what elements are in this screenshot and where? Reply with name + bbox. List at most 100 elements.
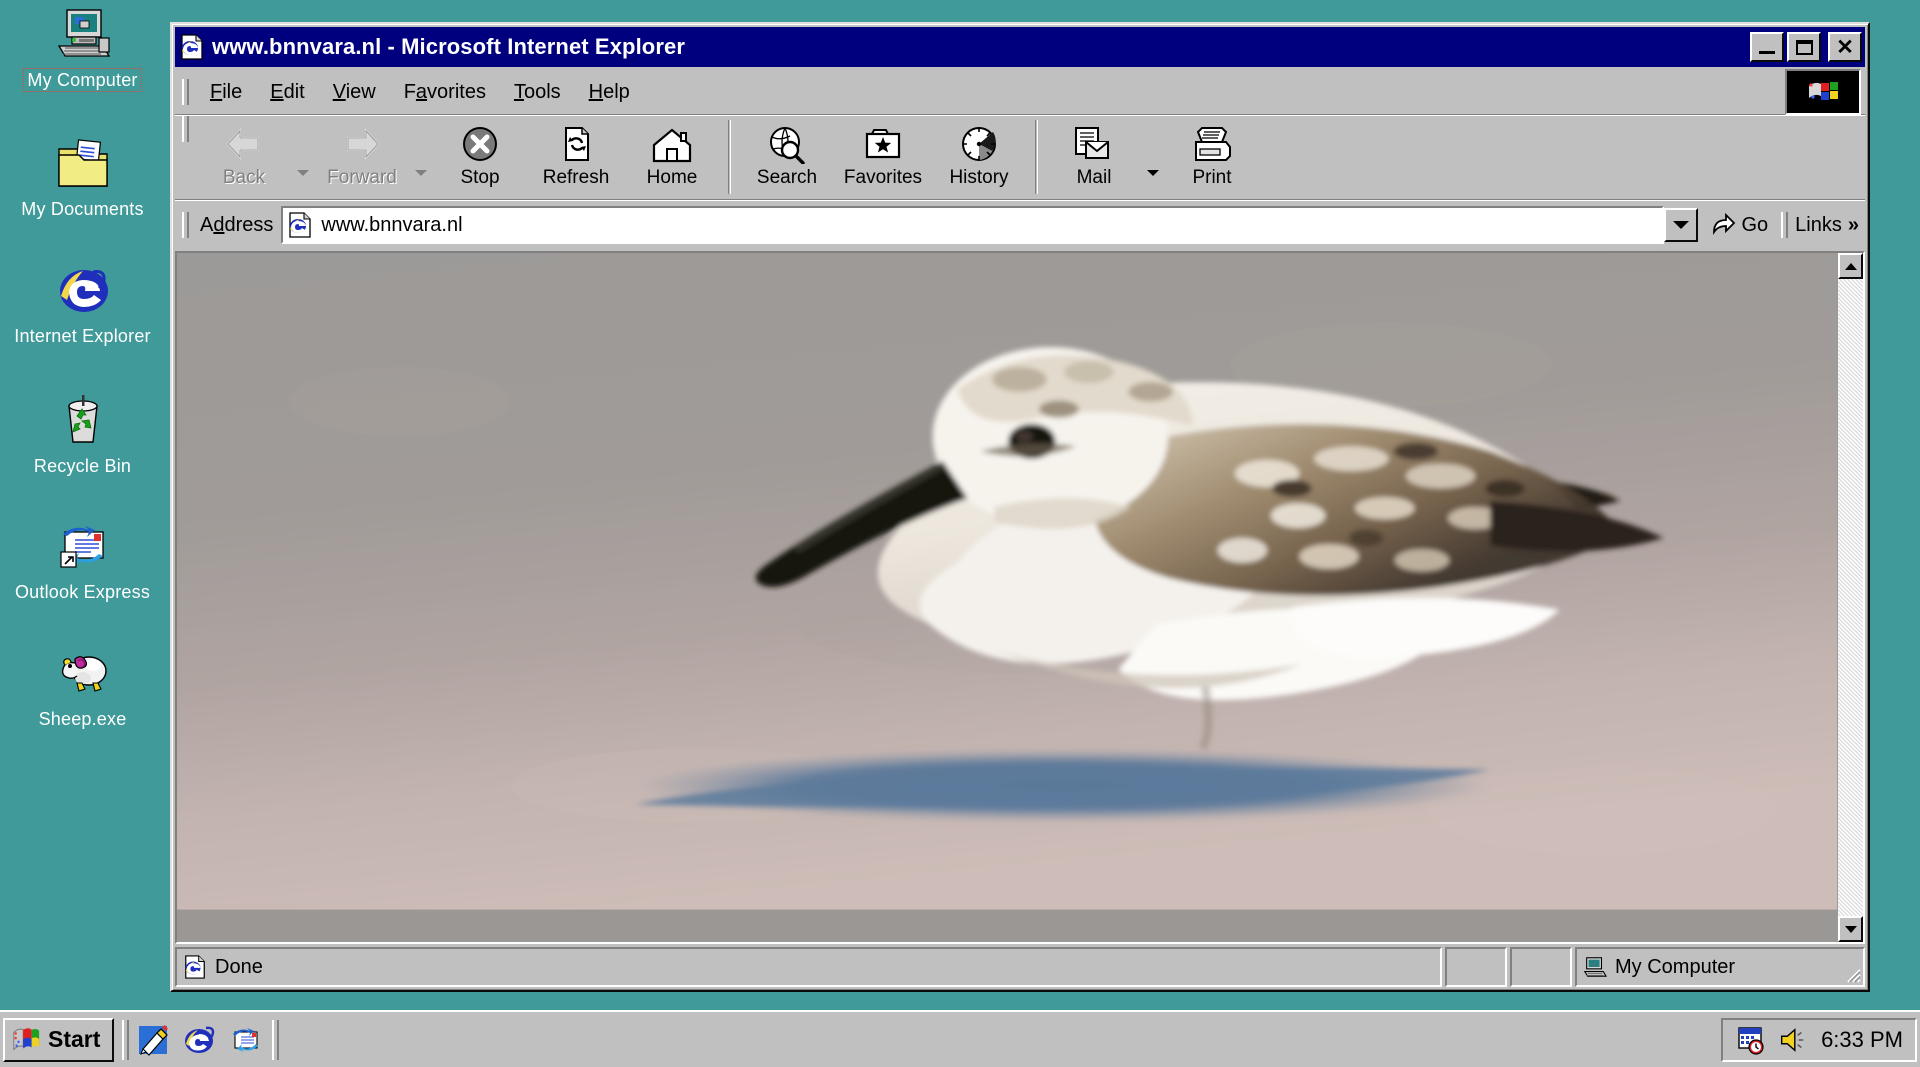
ie-page-icon bbox=[183, 955, 207, 979]
toolbar-grip[interactable] bbox=[181, 116, 189, 142]
web-page-content[interactable] bbox=[177, 253, 1837, 942]
toolbar-home-label: Home bbox=[646, 167, 698, 188]
address-input[interactable]: www.bnnvara.nl bbox=[281, 206, 1665, 244]
start-button[interactable]: Start bbox=[3, 1017, 115, 1062]
printer-icon bbox=[1190, 123, 1234, 165]
address-label: Address bbox=[200, 213, 274, 236]
page-viewport[interactable] bbox=[175, 251, 1865, 944]
go-label: Go bbox=[1741, 213, 1769, 236]
toolbar-forward-label: Forward bbox=[327, 167, 397, 188]
maximize-icon bbox=[1795, 39, 1813, 55]
chevron-down-icon bbox=[297, 170, 309, 176]
desktop-icon-label: Sheep.exe bbox=[38, 709, 127, 729]
toolbar-stop-button[interactable]: Stop bbox=[432, 116, 528, 198]
scroll-up-arrow-icon bbox=[1844, 262, 1857, 270]
internet-explorer-window[interactable]: www.bnnvara.nl - Microsoft Internet Expl… bbox=[170, 22, 1870, 992]
window-titlebar[interactable]: www.bnnvara.nl - Microsoft Internet Expl… bbox=[175, 27, 1865, 67]
chevron-down-icon bbox=[1147, 170, 1159, 176]
toolbar-favorites-button[interactable]: Favorites bbox=[835, 116, 931, 198]
refresh-page-icon bbox=[556, 123, 596, 165]
go-button[interactable]: Go bbox=[1700, 210, 1780, 241]
links-grip[interactable] bbox=[1780, 212, 1789, 238]
maximize-button[interactable] bbox=[1787, 32, 1821, 62]
toolbar-history-button[interactable]: History bbox=[931, 116, 1027, 198]
ie-page-icon bbox=[179, 34, 205, 60]
menubar-grip[interactable] bbox=[181, 79, 189, 105]
computer-icon bbox=[1583, 955, 1608, 979]
window-resize-grip[interactable] bbox=[1843, 965, 1861, 983]
addressbar-grip[interactable] bbox=[181, 212, 189, 238]
status-message: Done bbox=[215, 955, 263, 978]
address-bar[interactable]: Address www.bnnvara.nl Go Links » bbox=[175, 201, 1865, 249]
sheep-icon bbox=[53, 645, 113, 703]
ie-e-icon bbox=[53, 262, 113, 320]
system-tray[interactable]: 6:33 PM bbox=[1721, 1017, 1917, 1062]
forward-arrow-icon bbox=[340, 123, 384, 165]
status-zone-panel: My Computer bbox=[1575, 947, 1865, 987]
toolbar-back-button[interactable]: Back bbox=[196, 116, 292, 198]
toolbar-refresh-label: Refresh bbox=[542, 167, 610, 188]
show-desktop-icon[interactable] bbox=[134, 1021, 172, 1059]
window-controls[interactable]: ✕ bbox=[1750, 32, 1862, 62]
page-vertical-scrollbar[interactable] bbox=[1837, 253, 1863, 942]
scroll-down-button[interactable] bbox=[1838, 916, 1863, 942]
desktop-icon-label: Recycle Bin bbox=[33, 456, 132, 476]
launch-internet-explorer-icon[interactable] bbox=[180, 1021, 218, 1059]
toolbar-mail-label: Mail bbox=[1076, 167, 1112, 188]
taskbar[interactable]: Start 6:33 PM bbox=[0, 1010, 1920, 1067]
menu-help[interactable]: Help bbox=[575, 78, 644, 107]
toolbar-mail-button[interactable]: Mail bbox=[1046, 116, 1142, 198]
toolbar-home-button[interactable]: Home bbox=[624, 116, 720, 198]
stop-x-icon bbox=[460, 123, 500, 165]
status-zone-label: My Computer bbox=[1615, 955, 1736, 978]
menu-favorites[interactable]: Favorites bbox=[390, 78, 500, 107]
menu-edit[interactable]: Edit bbox=[256, 78, 318, 107]
desktop-icon-my-computer[interactable]: My Computer bbox=[0, 6, 165, 92]
back-dropdown-button[interactable] bbox=[292, 116, 314, 198]
start-label: Start bbox=[48, 1026, 101, 1052]
desktop-icon-outlook-express[interactable]: Outlook Express bbox=[0, 518, 165, 603]
address-value: www.bnnvara.nl bbox=[321, 213, 463, 236]
browser-toolbar[interactable]: Back Forward Stop Refresh Home Search Fa… bbox=[175, 116, 1865, 198]
search-globe-icon bbox=[766, 123, 808, 165]
status-panel-3 bbox=[1510, 947, 1572, 987]
mail-dropdown-button[interactable] bbox=[1142, 116, 1164, 198]
desktop-icon-internet-explorer[interactable]: Internet Explorer bbox=[0, 262, 165, 347]
menu-file[interactable]: File bbox=[196, 78, 256, 107]
menu-tools[interactable]: Tools bbox=[500, 78, 575, 107]
sanderling-bird-photo bbox=[177, 253, 1837, 910]
back-arrow-icon bbox=[222, 123, 266, 165]
outlook-express-icon bbox=[53, 518, 113, 576]
desktop-icon-sheep-exe[interactable]: Sheep.exe bbox=[0, 645, 165, 730]
scroll-track[interactable] bbox=[1838, 279, 1863, 916]
address-dropdown-button[interactable] bbox=[1664, 208, 1699, 242]
folder-documents-icon bbox=[53, 135, 113, 193]
toolbar-refresh-button[interactable]: Refresh bbox=[528, 116, 624, 198]
toolbar-forward-button[interactable]: Forward bbox=[314, 116, 410, 198]
mail-envelope-icon bbox=[1072, 123, 1116, 165]
task-scheduler-icon[interactable] bbox=[1735, 1024, 1767, 1056]
desktop[interactable]: My Computer My Documents Internet Explor… bbox=[0, 0, 170, 1010]
toolbar-search-button[interactable]: Search bbox=[739, 116, 835, 198]
launch-outlook-express-icon[interactable] bbox=[226, 1021, 264, 1059]
desktop-icon-label: My Computer bbox=[23, 68, 142, 92]
desktop-icon-label: Internet Explorer bbox=[14, 326, 151, 346]
toolbar-print-button[interactable]: Print bbox=[1164, 116, 1260, 198]
home-house-icon bbox=[651, 123, 693, 165]
forward-dropdown-button[interactable] bbox=[410, 116, 432, 198]
scroll-up-button[interactable] bbox=[1838, 253, 1863, 279]
close-button[interactable]: ✕ bbox=[1828, 32, 1862, 62]
speaker-volume-icon[interactable] bbox=[1777, 1025, 1807, 1055]
quick-launch-bar[interactable] bbox=[134, 1021, 264, 1059]
menubar[interactable]: File Edit View Favorites Tools Help bbox=[175, 69, 1865, 115]
ie-windows-flag-logo bbox=[1785, 69, 1861, 115]
links-button[interactable]: Links » bbox=[1795, 214, 1865, 237]
desktop-icon-recycle-bin[interactable]: Recycle Bin bbox=[0, 392, 165, 477]
desktop-icon-my-documents[interactable]: My Documents bbox=[0, 135, 165, 220]
go-arrow-icon bbox=[1710, 210, 1736, 241]
menu-view[interactable]: View bbox=[319, 78, 390, 107]
ie-page-icon bbox=[287, 212, 313, 238]
taskbar-clock[interactable]: 6:33 PM bbox=[1821, 1027, 1903, 1053]
minimize-button[interactable] bbox=[1750, 32, 1784, 62]
toolbar-divider bbox=[728, 120, 731, 194]
